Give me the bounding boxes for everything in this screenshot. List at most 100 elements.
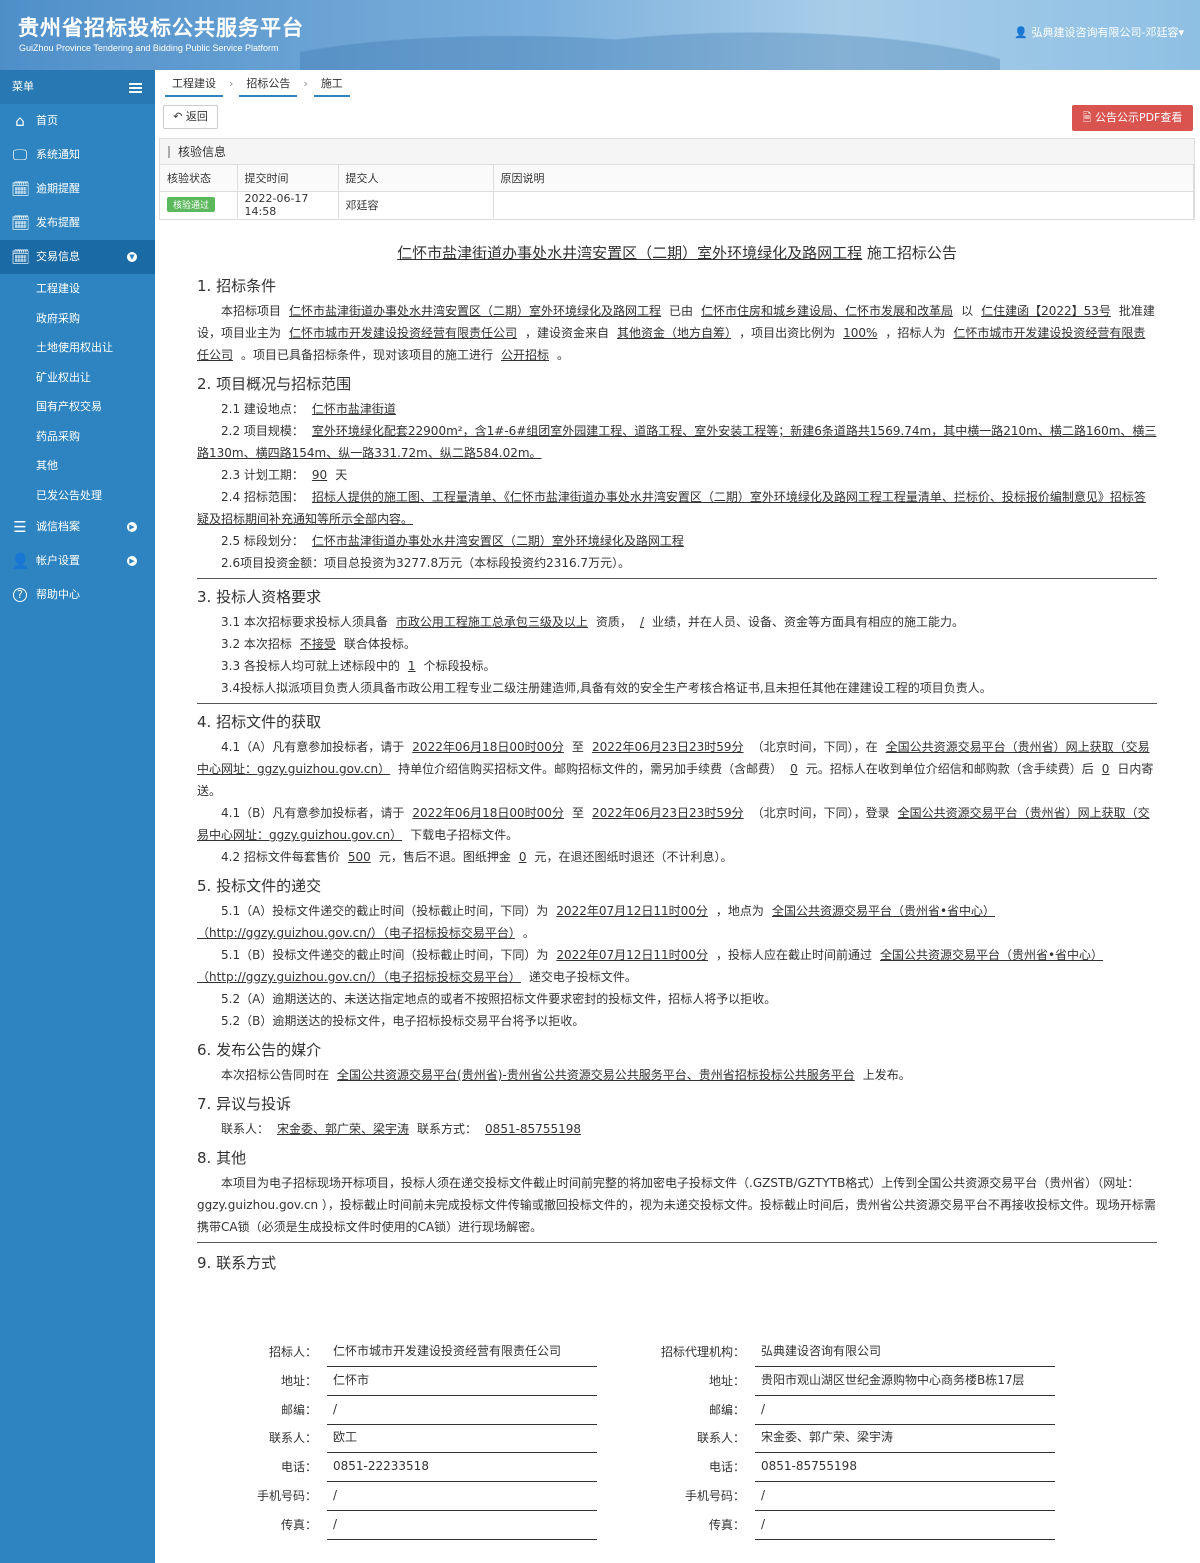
text-segment: 5.1（B）投标文件递交的截止时间（投标截止时间，下同）为 [221, 948, 549, 962]
text-segment: 3.3 各投标人均可就上述标段中的 [221, 659, 400, 673]
text-segment: 联系人： [221, 1122, 270, 1136]
title-project: 仁怀市盐津街道办事处水井湾安置区（二期）室外环境绿化及路网工程 [397, 244, 863, 262]
contact-label: 邮编： [280, 1402, 317, 1417]
section-2-3: 2.3 计划工期： 90 天 [197, 464, 1157, 486]
contact-label: 联系人： [696, 1431, 745, 1446]
user-menu[interactable]: 👤 弘典建设咨询有限公司-邓廷容▾ [1014, 24, 1184, 40]
sidebar-subitem[interactable]: 国有产权交易 [0, 392, 155, 422]
filled-value: 2022年06月23日23时59分 [591, 806, 744, 820]
text-segment: ，投标人应在截止时间前通过 [715, 948, 872, 962]
section-6-paragraph: 本次招标公告同时在 全国公共资源交易平台(贵州省)-贵州省公共资源交易公共服务平台… [197, 1064, 1157, 1086]
contact-label: 手机号码： [256, 1489, 317, 1503]
sidebar-subitem[interactable]: 其他 [0, 451, 155, 481]
sidebar-item-sidebar.items2-2[interactable]: ? 帮助中心 [0, 578, 155, 612]
verify-header-time: 提交时间 [237, 165, 339, 192]
breadcrumb-item[interactable]: 招标公告 [239, 75, 298, 97]
site-subtitle: GuiZhou Province Tendering and Bidding P… [19, 43, 279, 53]
contact-row: 邮编： / [197, 1396, 697, 1425]
text-segment: ，地点为 [715, 904, 764, 918]
sidebar-subitem[interactable]: 土地使用权出让 [0, 333, 155, 363]
verify-submitter-cell: 邓廷容 [338, 191, 494, 218]
sidebar-item-sidebar.items-4[interactable]: 🗓 交易信息 ▼ [0, 240, 155, 274]
contact-value: 0851-22233518 [327, 1453, 597, 1483]
verify-time-cell: 2022-06-17 14:58 [237, 191, 339, 218]
contact-row: 手机号码： / [625, 1482, 1125, 1511]
sidebar-subitem[interactable]: 药品采购 [0, 422, 155, 452]
contact-value: / [755, 1482, 1055, 1511]
filled-value: 2022年06月18日00时00分 [412, 806, 564, 820]
back-button[interactable]: ↶ 返回 [163, 105, 218, 129]
status-badge: 核验通过 [167, 197, 216, 213]
sidebar-subitem[interactable]: 矿业权出让 [0, 363, 155, 393]
sidebar-item-sidebar.items2-0[interactable]: ☰ 诚信档案 ▶ [0, 510, 155, 544]
contact-value: / [327, 1482, 597, 1511]
contact-row: 电话： 0851-85755198 [625, 1453, 1125, 1483]
sidebar-item-sidebar.items-2[interactable]: 🗓 逾期提醒 [0, 172, 155, 206]
text-segment: 。 [522, 926, 535, 940]
text-segment: 4.2 招标文件每套售价 [221, 850, 340, 864]
user-icon: 👤 [1014, 26, 1028, 39]
chevron-icon: ▶ [127, 522, 137, 532]
text-segment: 以 [961, 304, 974, 318]
verify-reason-cell [493, 191, 1194, 218]
verify-table: 核验状态 提交时间 提交人 原因说明 核验通过 2022-06-17 14:58… [160, 165, 1194, 218]
pdf-view-button[interactable]: 🗎 公告公示PDF查看 [1072, 105, 1193, 131]
breadcrumb-item[interactable]: 工程建设 [165, 75, 223, 97]
text-segment: 下载电子招标文件。 [410, 828, 519, 842]
sidebar-item-sidebar.items-1[interactable]: 🖵 系统通知 [0, 138, 155, 172]
sidebar-item-sidebar.items-3[interactable]: 🗓 发布提醒 [0, 206, 155, 240]
breadcrumb-item[interactable]: 施工 [313, 75, 350, 97]
site-title: 贵州省招标投标公共服务平台 [18, 16, 304, 40]
section-5-2a: 5.2（A）逾期送达的、未送达指定地点的或者不按照招标文件要求密封的投标文件，招… [221, 992, 777, 1006]
sidebar-subitem[interactable]: 已发公告处理 [0, 481, 155, 511]
section-3-heading: 3. 投标人资格要求 [197, 588, 322, 606]
sidebar-item-sidebar.items-0[interactable]: ⌂ 首页 [0, 104, 155, 138]
text-segment: 4.1（A）凡有意参加投标者，请于 [221, 740, 405, 754]
pdf-icon: 🗎 [1082, 111, 1092, 124]
contact-value: 0851-85755198 [755, 1453, 1055, 1483]
contact-value: 仁怀市 [327, 1367, 597, 1396]
filled-value: 仁怀市盐津街道办事处水井湾安置区（二期）室外环境绿化及路网工程 [289, 304, 662, 318]
section-3-3: 3.3 各投标人均可就上述标段中的 1 个标段投标。 [197, 655, 1157, 677]
hamburger-icon[interactable] [129, 83, 142, 93]
chevron-icon: ▶ [127, 556, 137, 566]
section-9-heading: 9. 联系方式 [197, 1254, 277, 1272]
contact-row: 传真： / [197, 1511, 697, 1540]
filled-value: 2022年07月12日11时00分 [556, 948, 708, 962]
text-segment: 天 [335, 468, 348, 482]
contact-label: 地址： [708, 1373, 745, 1388]
text-segment: 本招标项目 [221, 304, 282, 318]
calendar-icon: 🗓 [11, 214, 31, 232]
filled-value: 仁怀市盐津街道 [311, 402, 396, 416]
contact-label: 手机号码： [684, 1489, 745, 1503]
section-2-heading: 2. 项目概况与招标范围 [197, 375, 352, 393]
contact-label: 招标代理机构： [660, 1345, 745, 1359]
section-7-paragraph: 联系人： 宋金委、郭广荣、梁宇涛 联系方式： 0851-85755198 [197, 1118, 1157, 1140]
text-segment: 本次招标公告同时在 [221, 1068, 330, 1082]
sidebar-item-sidebar.items2-1[interactable]: 👤 帐户设置 ▶ [0, 544, 155, 578]
contact-label: 地址： [280, 1373, 317, 1388]
contact-value: / [327, 1396, 597, 1425]
list-icon: ☰ [13, 518, 27, 536]
contact-value: 欧工 [327, 1424, 597, 1454]
sidebar-subitem[interactable]: 政府采购 [0, 304, 155, 334]
text-segment: 。项目已具备招标条件，现对该项目的施工进行 [241, 348, 494, 362]
filled-value: 2022年06月23日23时59分 [591, 740, 744, 754]
sidebar-subitem[interactable]: 工程建设 [0, 274, 155, 304]
filled-value: 仁怀市住房和城乡建设局、仁怀市发展和改革局 [701, 304, 954, 318]
verify-panel: 核验信息 核验状态 提交时间 提交人 原因说明 核验通过 2022-06-17 … [159, 138, 1195, 220]
contact-row: 手机号码： / [197, 1482, 697, 1511]
verify-header-reason: 原因说明 [493, 165, 1194, 192]
contact-row: 传真： / [625, 1511, 1125, 1540]
text-segment: 联系方式： [417, 1122, 478, 1136]
text-segment: 2.2 项目规模： [221, 424, 304, 438]
section-1-paragraph: 本招标项目 仁怀市盐津街道办事处水井湾安置区（二期）室外环境绿化及路网工程 已由 仁怀… [197, 300, 1157, 366]
text-segment: 递交电子投标文件。 [528, 970, 637, 984]
filled-value: 仁怀市城市开发建设投资经营有限责任公司 [289, 326, 518, 340]
filled-value: 仁怀市盐津街道办事处水井湾安置区（二期）室外环境绿化及路网工程 [311, 534, 684, 548]
contact-value: 仁怀市城市开发建设投资经营有限责任公司 [327, 1338, 597, 1367]
sidebar-item-label: 系统通知 [36, 148, 80, 161]
contact-row: 联系人： 欧工 [197, 1424, 697, 1454]
sidebar: 菜单 ⌂ 首页 🖵 系统通知 🗓 逾期提醒 🗓 发布提醒 🗓 交易信息 ▼ 工程建设 政府采购 土地使用… [0, 70, 155, 1563]
section-5-1a: 5.1（A）投标文件递交的截止时间（投标截止时间，下同）为 2022年07月12日… [197, 900, 1157, 944]
